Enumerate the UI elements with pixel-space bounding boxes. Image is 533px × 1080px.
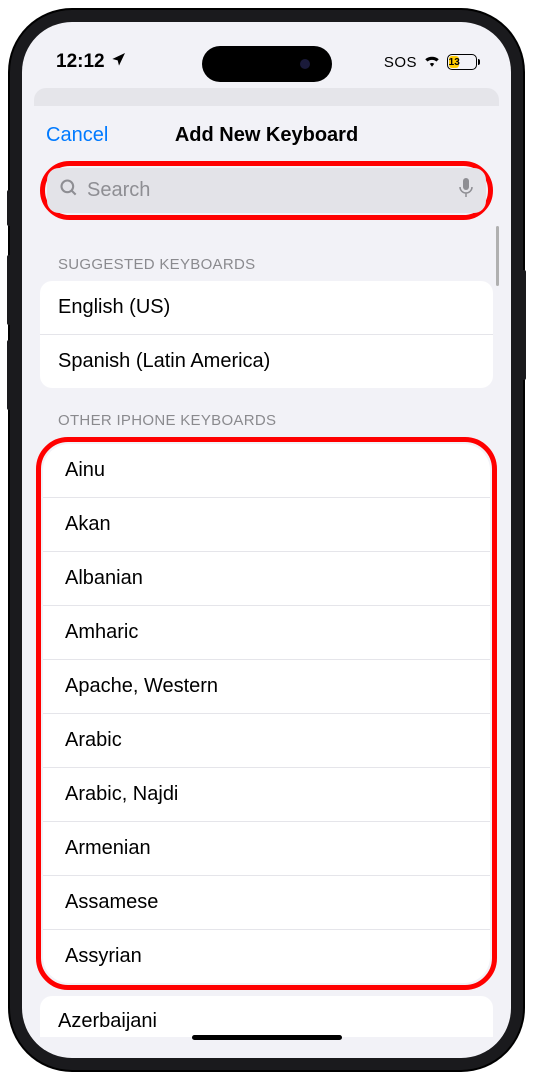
list-item[interactable]: Arabic [43, 714, 490, 768]
home-indicator[interactable] [192, 1035, 342, 1040]
other-keyboards-highlight: Ainu Akan Albanian Amharic Apache, Weste… [36, 437, 497, 990]
search-field[interactable] [47, 168, 486, 213]
list-item[interactable]: Assyrian [43, 930, 490, 983]
search-icon [59, 178, 79, 203]
list-item[interactable]: Akan [43, 498, 490, 552]
battery-icon: 13 [447, 54, 477, 70]
list-item[interactable]: Arabic, Najdi [43, 768, 490, 822]
search-highlight [40, 161, 493, 220]
phone-frame: 12:12 SOS 13 Cancel Add New Keyboard [10, 10, 523, 1070]
sheet-background-card [34, 88, 499, 106]
suggested-header: SUGGESTED KEYBOARDS [26, 232, 507, 281]
wifi-icon [423, 53, 441, 71]
list-item[interactable]: Assamese [43, 876, 490, 930]
list-item[interactable]: Albanian [43, 552, 490, 606]
other-keyboards-list: Ainu Akan Albanian Amharic Apache, Weste… [43, 444, 490, 983]
volume-up-button [7, 255, 11, 325]
mic-icon[interactable] [458, 178, 474, 203]
list-item[interactable]: Azerbaijani [40, 996, 493, 1037]
location-icon [111, 51, 127, 73]
nav-bar: Cancel Add New Keyboard [26, 106, 507, 161]
list-item[interactable]: Apache, Western [43, 660, 490, 714]
battery-level: 13 [449, 56, 459, 68]
silent-switch [7, 190, 11, 226]
power-button [522, 270, 526, 380]
list-item[interactable]: English (US) [40, 281, 493, 335]
screen: 12:12 SOS 13 Cancel Add New Keyboard [22, 22, 511, 1058]
add-keyboard-sheet: Cancel Add New Keyboard SUGG [26, 106, 507, 1050]
volume-down-button [7, 340, 11, 410]
scroll-indicator [496, 226, 499, 286]
sos-text: SOS [384, 54, 417, 71]
search-input[interactable] [87, 179, 450, 202]
page-title: Add New Keyboard [175, 124, 358, 147]
search-container [26, 161, 507, 232]
status-time: 12:12 [56, 51, 105, 73]
other-header: OTHER IPHONE KEYBOARDS [26, 388, 507, 437]
dynamic-island [202, 46, 332, 82]
list-item[interactable]: Spanish (Latin America) [40, 335, 493, 388]
cancel-button[interactable]: Cancel [46, 124, 108, 147]
list-item[interactable]: Amharic [43, 606, 490, 660]
suggested-keyboards-list: English (US) Spanish (Latin America) [40, 281, 493, 388]
list-item[interactable]: Armenian [43, 822, 490, 876]
list-item[interactable]: Ainu [43, 444, 490, 498]
